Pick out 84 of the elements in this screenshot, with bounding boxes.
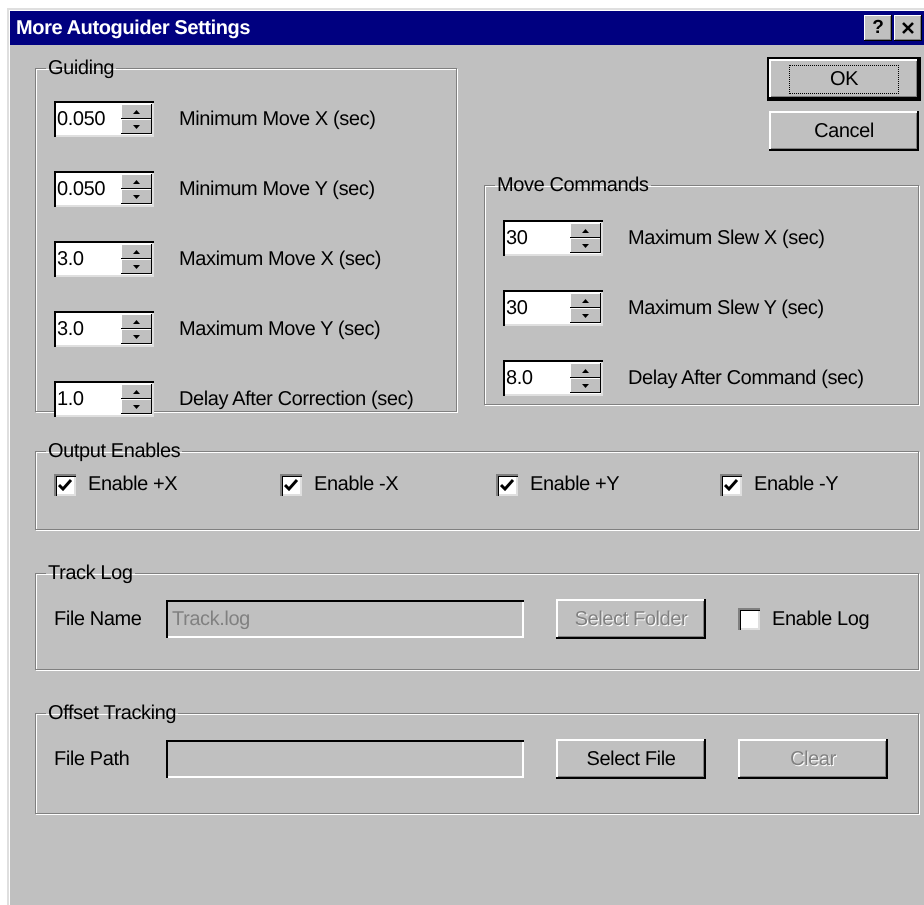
checkbox[interactable] [738,608,760,630]
checkmark-icon [500,478,514,490]
spin-value[interactable]: 0.050 [57,174,121,204]
up-arrow-icon [133,110,140,114]
spin-up-button[interactable] [121,174,152,189]
close-icon [901,21,915,35]
spin-box[interactable]: 3.0 [54,241,154,277]
spin-up-button[interactable] [570,363,601,378]
spin-box[interactable]: 1.0 [54,381,154,417]
up-arrow-icon [133,390,140,394]
spin-down-button[interactable] [121,259,152,274]
up-arrow-icon [133,180,140,184]
group-title: Offset Tracking [47,702,178,725]
checkmark-icon [724,478,738,490]
spin-up-button[interactable] [121,104,152,119]
up-arrow-icon [133,320,140,324]
field-label: Maximum Slew X (sec) [628,226,824,250]
spin-box[interactable]: 0.050 [54,171,154,207]
spin-up-button[interactable] [570,293,601,308]
field-label: Maximum Slew Y (sec) [628,296,824,320]
checkbox[interactable] [280,474,302,496]
group-title: Guiding [47,57,116,80]
checkbox-label: Enable -Y [754,473,838,496]
spin-box[interactable]: 0.050 [54,101,154,137]
field-label: Minimum Move X (sec) [179,108,376,130]
spin-down-button[interactable] [121,189,152,204]
down-arrow-icon [133,194,140,198]
down-arrow-icon [133,334,140,338]
spin-value[interactable]: 3.0 [57,244,121,274]
checkbox-label: Enable -X [314,473,398,496]
spin-value[interactable]: 3.0 [57,314,121,344]
spin-value[interactable]: 1.0 [57,384,121,414]
up-arrow-icon [582,228,589,232]
checkbox[interactable] [720,474,742,496]
spin-up-button[interactable] [570,223,601,238]
up-arrow-icon [582,298,589,302]
spin-up-button[interactable] [121,384,152,399]
down-arrow-icon [582,384,589,388]
spin-down-button[interactable] [121,399,152,414]
help-button[interactable]: ? [864,15,892,41]
cancel-button[interactable]: Cancel [769,111,919,151]
spin-box[interactable]: 8.0 [503,360,603,396]
checkmark-icon [58,478,72,490]
window-title: More Autoguider Settings [16,16,250,40]
spin-down-button[interactable] [121,329,152,344]
field-label: Delay After Command (sec) [628,366,864,390]
checkbox[interactable] [54,474,76,496]
ok-button[interactable]: OK [769,59,919,99]
field-label: Maximum Move Y (sec) [179,318,380,340]
group-title: Move Commands [496,174,650,197]
checkbox-label: Enable Log [772,608,870,630]
down-arrow-icon [133,124,140,128]
group-title: Track Log [47,562,134,585]
field-label: Minimum Move Y (sec) [179,178,375,200]
spin-down-button[interactable] [570,378,601,393]
down-arrow-icon [133,404,140,408]
spin-box[interactable]: 3.0 [54,311,154,347]
group-title: Output Enables [47,440,182,463]
spin-up-button[interactable] [121,244,152,259]
checkbox-label: Enable +X [88,473,178,496]
checkbox[interactable] [496,474,518,496]
close-button[interactable] [894,15,922,41]
up-arrow-icon [133,250,140,254]
down-arrow-icon [582,244,589,248]
field-label: File Path [54,748,130,770]
field-label: Maximum Move X (sec) [179,248,382,270]
spin-value[interactable]: 0.050 [57,104,121,134]
field-label: File Name [54,608,143,630]
field-label: Delay After Correction (sec) [179,388,414,410]
spin-down-button[interactable] [570,238,601,253]
spin-box[interactable]: 30 [503,220,603,256]
up-arrow-icon [582,368,589,372]
spin-value[interactable]: 30 [506,223,570,253]
spin-value[interactable]: 30 [506,293,570,323]
down-arrow-icon [582,314,589,318]
spin-up-button[interactable] [121,314,152,329]
select-file-button[interactable]: Select File [556,739,706,779]
spin-box[interactable]: 30 [503,290,603,326]
checkbox-label: Enable +Y [530,473,620,496]
spin-value[interactable]: 8.0 [506,363,570,393]
checkmark-icon [284,478,298,490]
spin-down-button[interactable] [570,308,601,323]
spin-down-button[interactable] [121,119,152,134]
down-arrow-icon [133,264,140,268]
